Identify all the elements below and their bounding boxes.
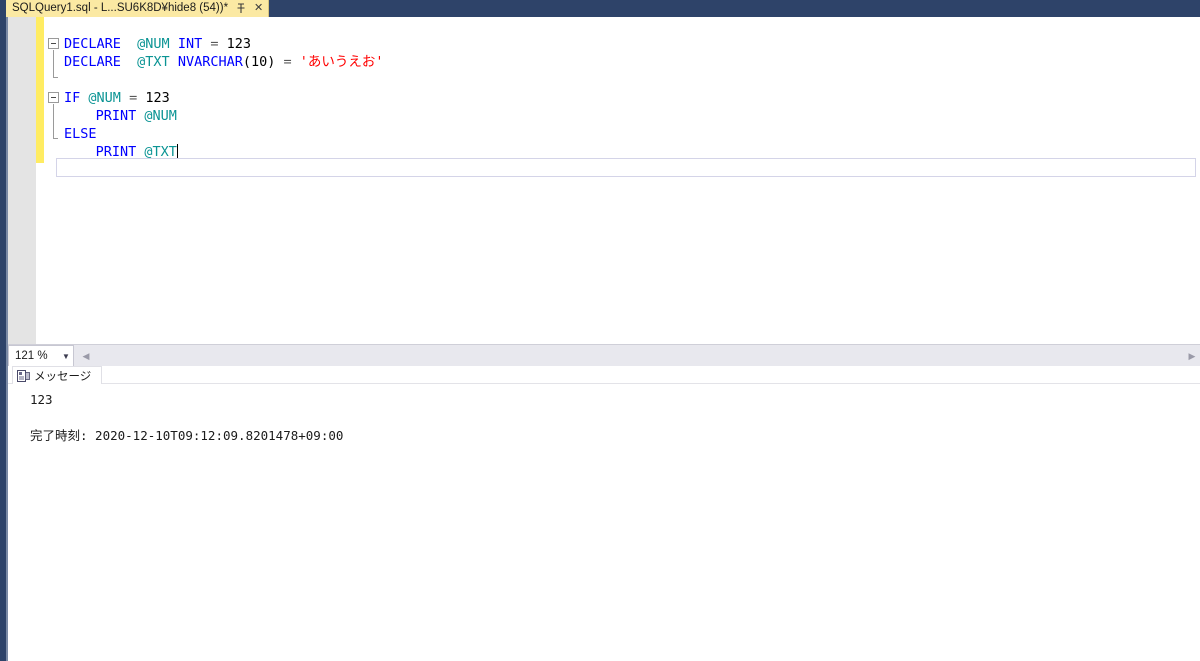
document-tab-title: SQLQuery1.sql - L...SU6K8D¥hide8 (54))* bbox=[12, 2, 229, 14]
chevron-down-icon[interactable]: ▼ bbox=[59, 352, 73, 361]
fold-foot-declare bbox=[53, 77, 58, 78]
document-tab-sqlquery1[interactable]: SQLQuery1.sql - L...SU6K8D¥hide8 (54))* … bbox=[6, 0, 270, 17]
scroll-left-arrow-icon[interactable]: ◀ bbox=[78, 347, 94, 365]
fold-toggle-declare-block[interactable] bbox=[48, 38, 59, 49]
code-token: ELSE bbox=[64, 126, 97, 142]
code-line[interactable]: IF @NUM = 123 bbox=[64, 89, 170, 107]
fold-foot-if bbox=[53, 138, 58, 139]
code-line[interactable]: ELSE bbox=[64, 125, 97, 143]
message-line: 完了時刻: 2020-12-10T09:12:09.8201478+09:00 bbox=[30, 428, 344, 443]
code-token: = bbox=[283, 54, 292, 70]
message-line: 123 bbox=[30, 392, 53, 407]
tab-messages-label: メッセージ bbox=[34, 370, 92, 383]
code-token: NVARCHAR bbox=[177, 54, 243, 70]
editor-change-bar-inactive bbox=[36, 163, 44, 344]
code-token: INT bbox=[177, 36, 203, 52]
messages-icon bbox=[17, 369, 30, 382]
results-tab-row: メッセージ bbox=[8, 366, 1200, 384]
editor-change-bar bbox=[36, 17, 44, 163]
code-token: IF bbox=[64, 90, 81, 106]
code-token: PRINT bbox=[95, 108, 137, 124]
code-token: DECLARE bbox=[64, 36, 121, 52]
close-icon[interactable]: ✕ bbox=[254, 0, 263, 17]
code-token: = bbox=[210, 36, 219, 52]
editor-code-area[interactable]: DECLARE @NUM INT = 123 DECLARE @TXT NVARC… bbox=[44, 17, 1200, 344]
ssms-query-window: SQLQuery1.sql - L...SU6K8D¥hide8 (54))* … bbox=[0, 0, 1200, 661]
code-line[interactable]: PRINT @NUM bbox=[96, 107, 177, 125]
document-tab-strip: SQLQuery1.sql - L...SU6K8D¥hide8 (54))* … bbox=[0, 0, 1200, 17]
code-token: @NUM bbox=[88, 90, 121, 106]
code-line[interactable]: DECLARE @TXT NVARCHAR(10) = 'あいうえお' bbox=[64, 53, 384, 71]
results-pane: メッセージ 123 完了時刻: 2020-12-10T09:12:09.82014… bbox=[8, 366, 1200, 661]
code-token: @NUM bbox=[144, 108, 177, 124]
fold-toggle-if-block[interactable] bbox=[48, 92, 59, 103]
code-token: @TXT bbox=[137, 54, 170, 70]
tab-messages[interactable]: メッセージ bbox=[12, 366, 103, 384]
editor-indicator-margin[interactable] bbox=[8, 17, 36, 344]
code-token: @NUM bbox=[137, 36, 170, 52]
sql-editor[interactable]: DECLARE @NUM INT = 123 DECLARE @TXT NVARC… bbox=[8, 17, 1200, 344]
text-cursor bbox=[176, 144, 178, 158]
code-token: PRINT bbox=[95, 144, 137, 160]
fold-line-if bbox=[53, 104, 54, 138]
code-token: DECLARE bbox=[64, 54, 121, 70]
code-token: = bbox=[129, 90, 138, 106]
code-line[interactable]: PRINT @TXT bbox=[96, 143, 178, 161]
code-token: 'あいうえお' bbox=[299, 54, 384, 70]
messages-output[interactable]: 123 完了時刻: 2020-12-10T09:12:09.8201478+09:… bbox=[8, 384, 1200, 661]
editor-status-bar: 121 % ▼ ◀ ▶ bbox=[8, 344, 1200, 367]
fold-line-declare bbox=[53, 50, 54, 77]
code-token: 123 bbox=[145, 90, 170, 106]
pin-icon[interactable] bbox=[236, 3, 246, 14]
code-token: (10) bbox=[242, 54, 276, 70]
scroll-right-arrow-icon[interactable]: ▶ bbox=[1184, 347, 1200, 365]
current-line-highlight bbox=[56, 158, 1196, 177]
zoom-level-combobox[interactable]: 121 % ▼ bbox=[8, 345, 74, 367]
zoom-level-value: 121 % bbox=[15, 350, 48, 362]
code-token: @TXT bbox=[144, 144, 177, 160]
code-token: 123 bbox=[226, 36, 252, 52]
code-line[interactable]: DECLARE @NUM INT = 123 bbox=[64, 35, 251, 53]
